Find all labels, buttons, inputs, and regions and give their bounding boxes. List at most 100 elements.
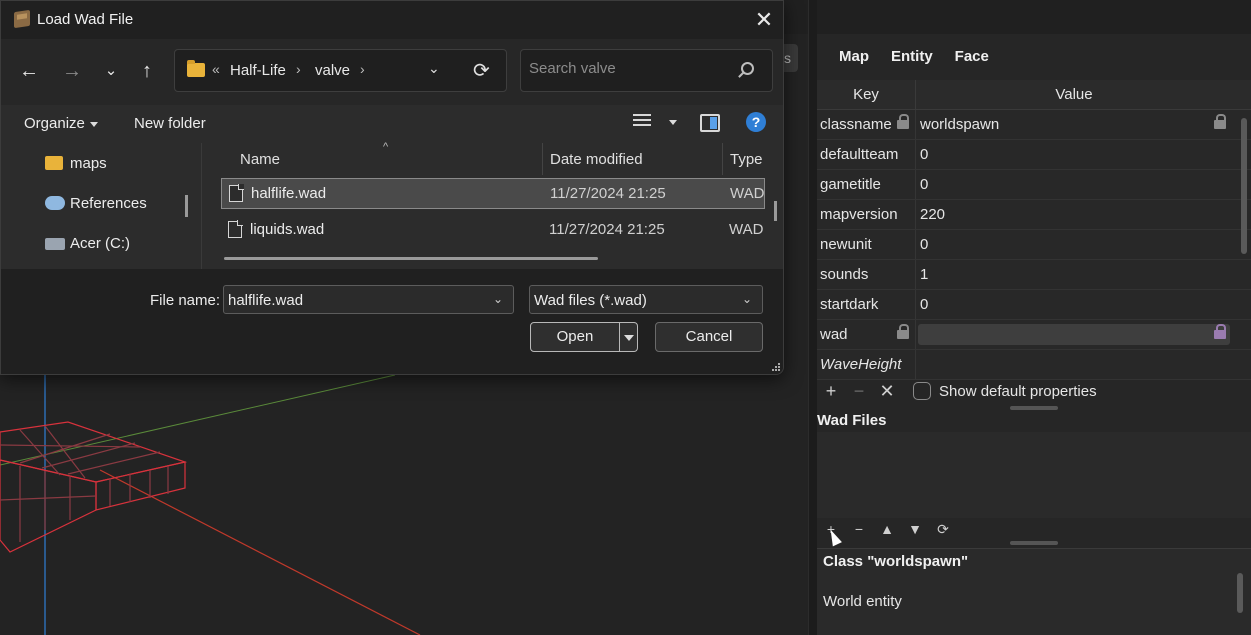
chevron-down-icon: ⌄ xyxy=(741,292,752,306)
column-divider[interactable] xyxy=(542,143,543,175)
property-value[interactable]: worldspawn xyxy=(916,110,1232,139)
property-value[interactable]: 1 xyxy=(916,260,1232,289)
column-header-date[interactable]: Date modified xyxy=(550,151,643,168)
tab-map[interactable]: Map xyxy=(817,44,880,72)
recent-locations-chevron-icon[interactable]: ⌄ xyxy=(99,59,123,83)
property-value[interactable]: 0 xyxy=(916,230,1232,259)
chevron-down-icon[interactable] xyxy=(669,120,677,125)
tab-entity[interactable]: Entity xyxy=(880,44,944,72)
column-header-name[interactable]: Name xyxy=(240,151,280,168)
brush-box xyxy=(0,421,188,553)
column-divider[interactable] xyxy=(722,143,723,175)
side-tab-label: s xyxy=(784,50,791,66)
property-value[interactable]: 0 xyxy=(916,170,1232,199)
app-icon xyxy=(14,9,30,29)
file-name-label: File name: xyxy=(150,292,221,309)
wad-files-title: Wad Files xyxy=(817,412,887,429)
dialog-titlebar: Load Wad File ✕ xyxy=(1,1,783,39)
side-tab-stub[interactable]: s xyxy=(784,44,798,72)
breadcrumb-half-life[interactable]: Half-Life xyxy=(230,62,286,79)
file-list-vscrollbar[interactable] xyxy=(774,201,777,221)
file-list-hscrollbar[interactable] xyxy=(224,257,598,260)
close-button[interactable]: ✕ xyxy=(753,7,775,33)
reload-icon[interactable]: ⟳ xyxy=(929,521,957,538)
property-row[interactable]: wad xyxy=(817,320,1251,350)
remove-wad-button[interactable]: − xyxy=(845,521,873,537)
dialog-footer: File name: halflife.wad ⌄ Wad files (*.w… xyxy=(1,269,783,374)
property-row[interactable]: classname worldspawn xyxy=(817,110,1251,140)
navigation-bar: ← → ⌄ ↑ « Half-Life › valve › ⌄ ⟳ xyxy=(1,39,783,105)
clear-properties-button[interactable]: ✕ xyxy=(873,381,901,402)
property-table-scrollbar[interactable] xyxy=(1241,118,1247,254)
view-options-icon[interactable] xyxy=(633,114,651,130)
chevron-right-icon[interactable]: › xyxy=(360,61,365,77)
property-row[interactable]: newunit 0 xyxy=(817,230,1251,260)
value-field[interactable] xyxy=(918,324,1230,345)
property-row[interactable]: defaultteam 0 xyxy=(817,140,1251,170)
show-default-checkbox[interactable] xyxy=(913,382,931,400)
new-folder-button[interactable]: New folder xyxy=(134,115,206,132)
navigation-pane: maps References Acer (C:) xyxy=(1,143,201,269)
nav-pane-scrollbar[interactable] xyxy=(185,195,188,217)
property-value[interactable]: 220 xyxy=(916,200,1232,229)
refresh-icon[interactable]: ⟳ xyxy=(473,58,490,83)
remove-property-button[interactable]: − xyxy=(845,381,873,402)
open-options-dropdown-icon[interactable] xyxy=(624,335,634,341)
back-arrow-icon[interactable]: ← xyxy=(17,59,41,83)
wad-files-list[interactable] xyxy=(817,432,1251,518)
open-split-divider xyxy=(619,323,620,351)
property-value[interactable]: 0 xyxy=(916,140,1232,169)
file-row[interactable]: liquids.wad 11/27/2024 21:25 WAD xyxy=(221,215,765,246)
vertical-splitter[interactable] xyxy=(808,0,817,635)
move-up-icon[interactable]: ▲ xyxy=(873,521,901,537)
file-name: halflife.wad xyxy=(251,185,327,202)
preview-pane-icon[interactable] xyxy=(700,114,720,132)
resize-grip-icon[interactable] xyxy=(771,363,781,373)
property-value[interactable] xyxy=(916,350,1232,379)
open-button[interactable]: Open xyxy=(530,322,638,352)
property-value[interactable]: 0 xyxy=(916,290,1232,319)
file-type-select[interactable]: Wad files (*.wad) ⌄ xyxy=(529,285,763,314)
class-info-box: Class "worldspawn" World entity xyxy=(817,548,1251,635)
editor-topbar xyxy=(784,0,1251,34)
organize-button[interactable]: Organize xyxy=(24,115,98,132)
class-title: Class "worldspawn" xyxy=(823,553,969,570)
property-row[interactable]: mapversion 220 xyxy=(817,200,1251,230)
search-box[interactable] xyxy=(520,49,773,92)
chevron-down-icon[interactable]: ⌄ xyxy=(493,292,503,306)
search-icon[interactable] xyxy=(741,62,754,75)
property-row[interactable]: startdark 0 xyxy=(817,290,1251,320)
up-arrow-icon[interactable]: ↑ xyxy=(135,59,159,83)
property-row[interactable]: sounds 1 xyxy=(817,260,1251,290)
chevron-down-icon xyxy=(89,121,98,127)
property-row[interactable]: gametitle 0 xyxy=(817,170,1251,200)
drive-icon xyxy=(45,238,65,250)
value-column-header[interactable]: Value xyxy=(916,80,1232,109)
cancel-button[interactable]: Cancel xyxy=(655,322,763,352)
tab-face[interactable]: Face xyxy=(944,44,1000,72)
file-list: ^ Name Date modified Type halflife.wad 1… xyxy=(201,141,783,269)
column-header-type[interactable]: Type xyxy=(730,151,763,168)
address-bar[interactable]: « Half-Life › valve › ⌄ ⟳ xyxy=(174,49,507,92)
horizontal-splitter[interactable] xyxy=(1010,406,1058,410)
file-name-field[interactable]: halflife.wad ⌄ xyxy=(223,285,514,314)
property-value[interactable] xyxy=(916,320,1232,349)
move-down-icon[interactable]: ▼ xyxy=(901,521,929,537)
file-row-selected[interactable]: halflife.wad 11/27/2024 21:25 WAD xyxy=(221,178,765,209)
dialog-title: Load Wad File xyxy=(37,11,134,28)
help-icon[interactable]: ? xyxy=(746,112,766,132)
class-info-scrollbar[interactable] xyxy=(1237,573,1243,613)
add-property-button[interactable]: + xyxy=(817,381,845,402)
property-value-text: worldspawn xyxy=(920,116,1000,133)
property-row[interactable]: WaveHeight xyxy=(817,350,1251,380)
chevron-down-icon[interactable]: ⌄ xyxy=(428,60,440,77)
search-input[interactable] xyxy=(529,60,729,77)
horizontal-splitter[interactable] xyxy=(1010,541,1058,545)
chevron-right-icon[interactable]: › xyxy=(296,61,301,77)
breadcrumb-overflow[interactable]: « xyxy=(212,61,220,77)
folder-icon xyxy=(45,156,63,170)
breadcrumb-valve[interactable]: valve xyxy=(315,62,350,79)
organize-label: Organize xyxy=(24,115,85,132)
forward-arrow-icon[interactable]: → xyxy=(60,59,84,83)
key-column-header[interactable]: Key xyxy=(817,80,916,109)
